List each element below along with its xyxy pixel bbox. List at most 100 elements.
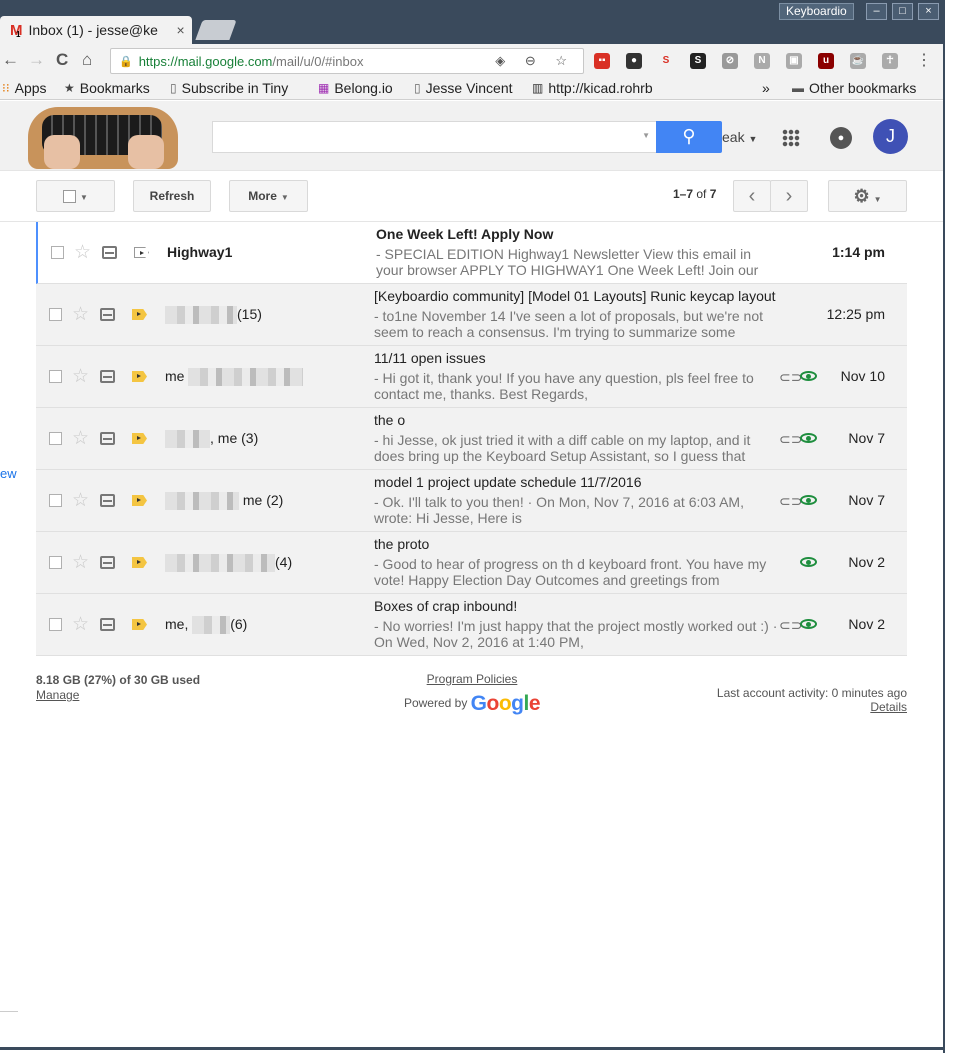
star-icon[interactable]: ☆ — [72, 613, 89, 636]
read-receipt-eye-icon[interactable] — [800, 557, 817, 567]
apps-grid-icon[interactable] — [782, 129, 800, 147]
sender-name: , me (3) — [210, 430, 259, 446]
read-receipt-eye-icon[interactable] — [800, 371, 817, 381]
minimize-button[interactable]: – — [866, 3, 887, 20]
maximize-button[interactable]: □ — [892, 3, 913, 20]
pager-total: 7 — [709, 187, 717, 201]
ext-ublock-icon[interactable]: u — [818, 53, 834, 69]
read-receipt-eye-icon[interactable] — [800, 619, 817, 629]
sender: me — [165, 368, 304, 387]
new-tab-button[interactable] — [195, 20, 237, 40]
importance-marker-icon[interactable] — [132, 309, 147, 320]
newer-button[interactable]: ‹ — [733, 180, 771, 212]
redacted-name — [188, 368, 304, 387]
importance-marker-icon[interactable] — [132, 433, 147, 444]
more-button[interactable]: More ▼ — [229, 180, 308, 212]
ext-cup-icon[interactable]: ☕ — [850, 53, 866, 69]
bookmark-apps[interactable]: ⁝⁝ Apps — [2, 80, 47, 96]
select-checkbox[interactable] — [63, 190, 77, 204]
importance-marker-icon[interactable] — [132, 619, 147, 630]
ext-chat-icon[interactable]: ● — [626, 53, 642, 69]
ext-circle-icon[interactable]: ⊘ — [722, 53, 738, 69]
read-receipt-eye-icon[interactable] — [800, 495, 817, 505]
bookmark-belong[interactable]: ▦ Belong.io — [318, 80, 393, 96]
message-row[interactable]: ☆ me 11/11 open issues - Hi got it, thank… — [36, 346, 907, 408]
star-icon[interactable]: ☆ — [72, 489, 89, 512]
message-row[interactable]: ☆ , me (3) the o - hi Jesse, ok just tried… — [36, 408, 907, 470]
powered-by: Powered by Google — [372, 692, 572, 716]
sender: me, (6) — [165, 616, 247, 635]
account-peek-label[interactable]: eak ▼ — [722, 129, 757, 145]
bookmark-bookmarks[interactable]: ★ Bookmarks — [64, 80, 150, 96]
notifications-icon[interactable]: ● — [830, 127, 852, 149]
details-link[interactable]: Details — [870, 700, 907, 714]
row-checkbox[interactable] — [49, 618, 62, 631]
home-icon[interactable]: ⌂ — [82, 50, 92, 70]
browser-tab-inbox[interactable]: M1 Inbox (1) - jesse@ke × — [0, 16, 192, 44]
bookmark-tiny[interactable]: ▯ Subscribe in Tiny — [170, 80, 288, 96]
bookmark-other[interactable]: ▬ Other bookmarks — [792, 80, 916, 96]
importance-marker-icon[interactable] — [132, 495, 147, 506]
row-checkbox[interactable] — [49, 308, 62, 321]
search-options-icon[interactable]: ▼ — [642, 131, 650, 140]
row-checkbox[interactable] — [51, 246, 64, 259]
ext-person-icon[interactable]: ☥ — [882, 53, 898, 69]
browser-toolbar: ← → C ⌂ 🔒 https://mail.google.com/mail/u… — [0, 44, 945, 78]
redacted-name — [165, 554, 275, 573]
chevron-down-icon: ▼ — [748, 134, 758, 144]
refresh-button[interactable]: Refresh — [133, 180, 211, 212]
row-checkbox[interactable] — [49, 494, 62, 507]
manage-link[interactable]: Manage — [36, 688, 79, 702]
omnibox-icons[interactable]: ◈ ⊖ ☆ — [495, 53, 575, 69]
ext-red-icon[interactable]: ▪▪ — [594, 53, 610, 69]
row-checkbox[interactable] — [49, 556, 62, 569]
star-icon[interactable]: ☆ — [74, 241, 91, 264]
program-policies-link[interactable]: Program Policies — [427, 672, 518, 686]
star-icon: ★ — [64, 81, 75, 95]
sender: (4) — [165, 554, 293, 573]
message-row[interactable]: ☆ me, (6) Boxes of crap inbound! - No worr… — [36, 594, 907, 656]
importance-marker-icon[interactable] — [134, 247, 149, 258]
message-row[interactable]: ☆ (4) the proto - Good to hear of progress… — [36, 532, 907, 594]
search-input[interactable]: ▼ — [212, 121, 657, 153]
settings-button[interactable]: ⚙ ▼ — [828, 180, 907, 212]
close-window-button[interactable]: × — [918, 3, 939, 20]
star-icon[interactable]: ☆ — [72, 303, 89, 326]
message-row[interactable]: ☆ Highway1 One Week Left! Apply Now - SPEC… — [36, 222, 907, 284]
row-checkbox[interactable] — [49, 370, 62, 383]
search-button[interactable]: ⚲ — [656, 121, 722, 153]
ext-s-icon[interactable]: S — [658, 53, 674, 69]
left-nav-link[interactable]: ew — [0, 466, 17, 481]
address-bar[interactable]: 🔒 https://mail.google.com/mail/u/0/#inbo… — [110, 48, 584, 74]
profile-button[interactable]: Keyboardio — [779, 3, 854, 20]
star-icon[interactable]: ☆ — [72, 365, 89, 388]
star-icon[interactable]: ☆ — [72, 551, 89, 574]
avatar[interactable]: J — [873, 119, 908, 154]
tab-close-icon[interactable]: × — [177, 22, 185, 38]
bookmark-kicad[interactable]: ▥ http://kicad.rohrb — [532, 80, 653, 96]
keyboardio-logo[interactable] — [28, 107, 178, 169]
ext-n-icon[interactable]: N — [754, 53, 770, 69]
sender-name: (4) — [275, 554, 293, 570]
star-icon[interactable]: ☆ — [72, 427, 89, 450]
importance-marker-icon[interactable] — [132, 557, 147, 568]
chrome-menu-icon[interactable]: ⋮ — [916, 50, 932, 70]
read-receipt-eye-icon[interactable] — [800, 433, 817, 443]
select-all-button[interactable]: ▼ — [36, 180, 115, 212]
forward-icon[interactable]: → — [28, 50, 45, 70]
bookmark-bookmarks-label: Bookmarks — [79, 80, 150, 96]
ext-box-icon[interactable]: ▣ — [786, 53, 802, 69]
reload-icon[interactable]: C — [56, 50, 68, 70]
snippet: - SPECIAL EDITION Highway1 Newsletter Vi… — [376, 246, 759, 278]
bookmarks-overflow[interactable]: » — [762, 80, 770, 96]
bookmark-jesse[interactable]: ▯ Jesse Vincent — [414, 80, 513, 96]
row-checkbox[interactable] — [49, 432, 62, 445]
ext-square-icon[interactable]: S — [690, 53, 706, 69]
importance-marker-icon[interactable] — [132, 371, 147, 382]
message-row[interactable]: ☆ (15) [Keyboardio community] [Model 01 La… — [36, 284, 907, 346]
message-row[interactable]: ☆ me (2) model 1 project update schedule … — [36, 470, 907, 532]
bookmark-apps-label: Apps — [14, 80, 47, 96]
older-button[interactable]: › — [770, 180, 808, 212]
powered-by-label: Powered by — [403, 696, 468, 711]
back-icon[interactable]: ← — [2, 50, 19, 70]
